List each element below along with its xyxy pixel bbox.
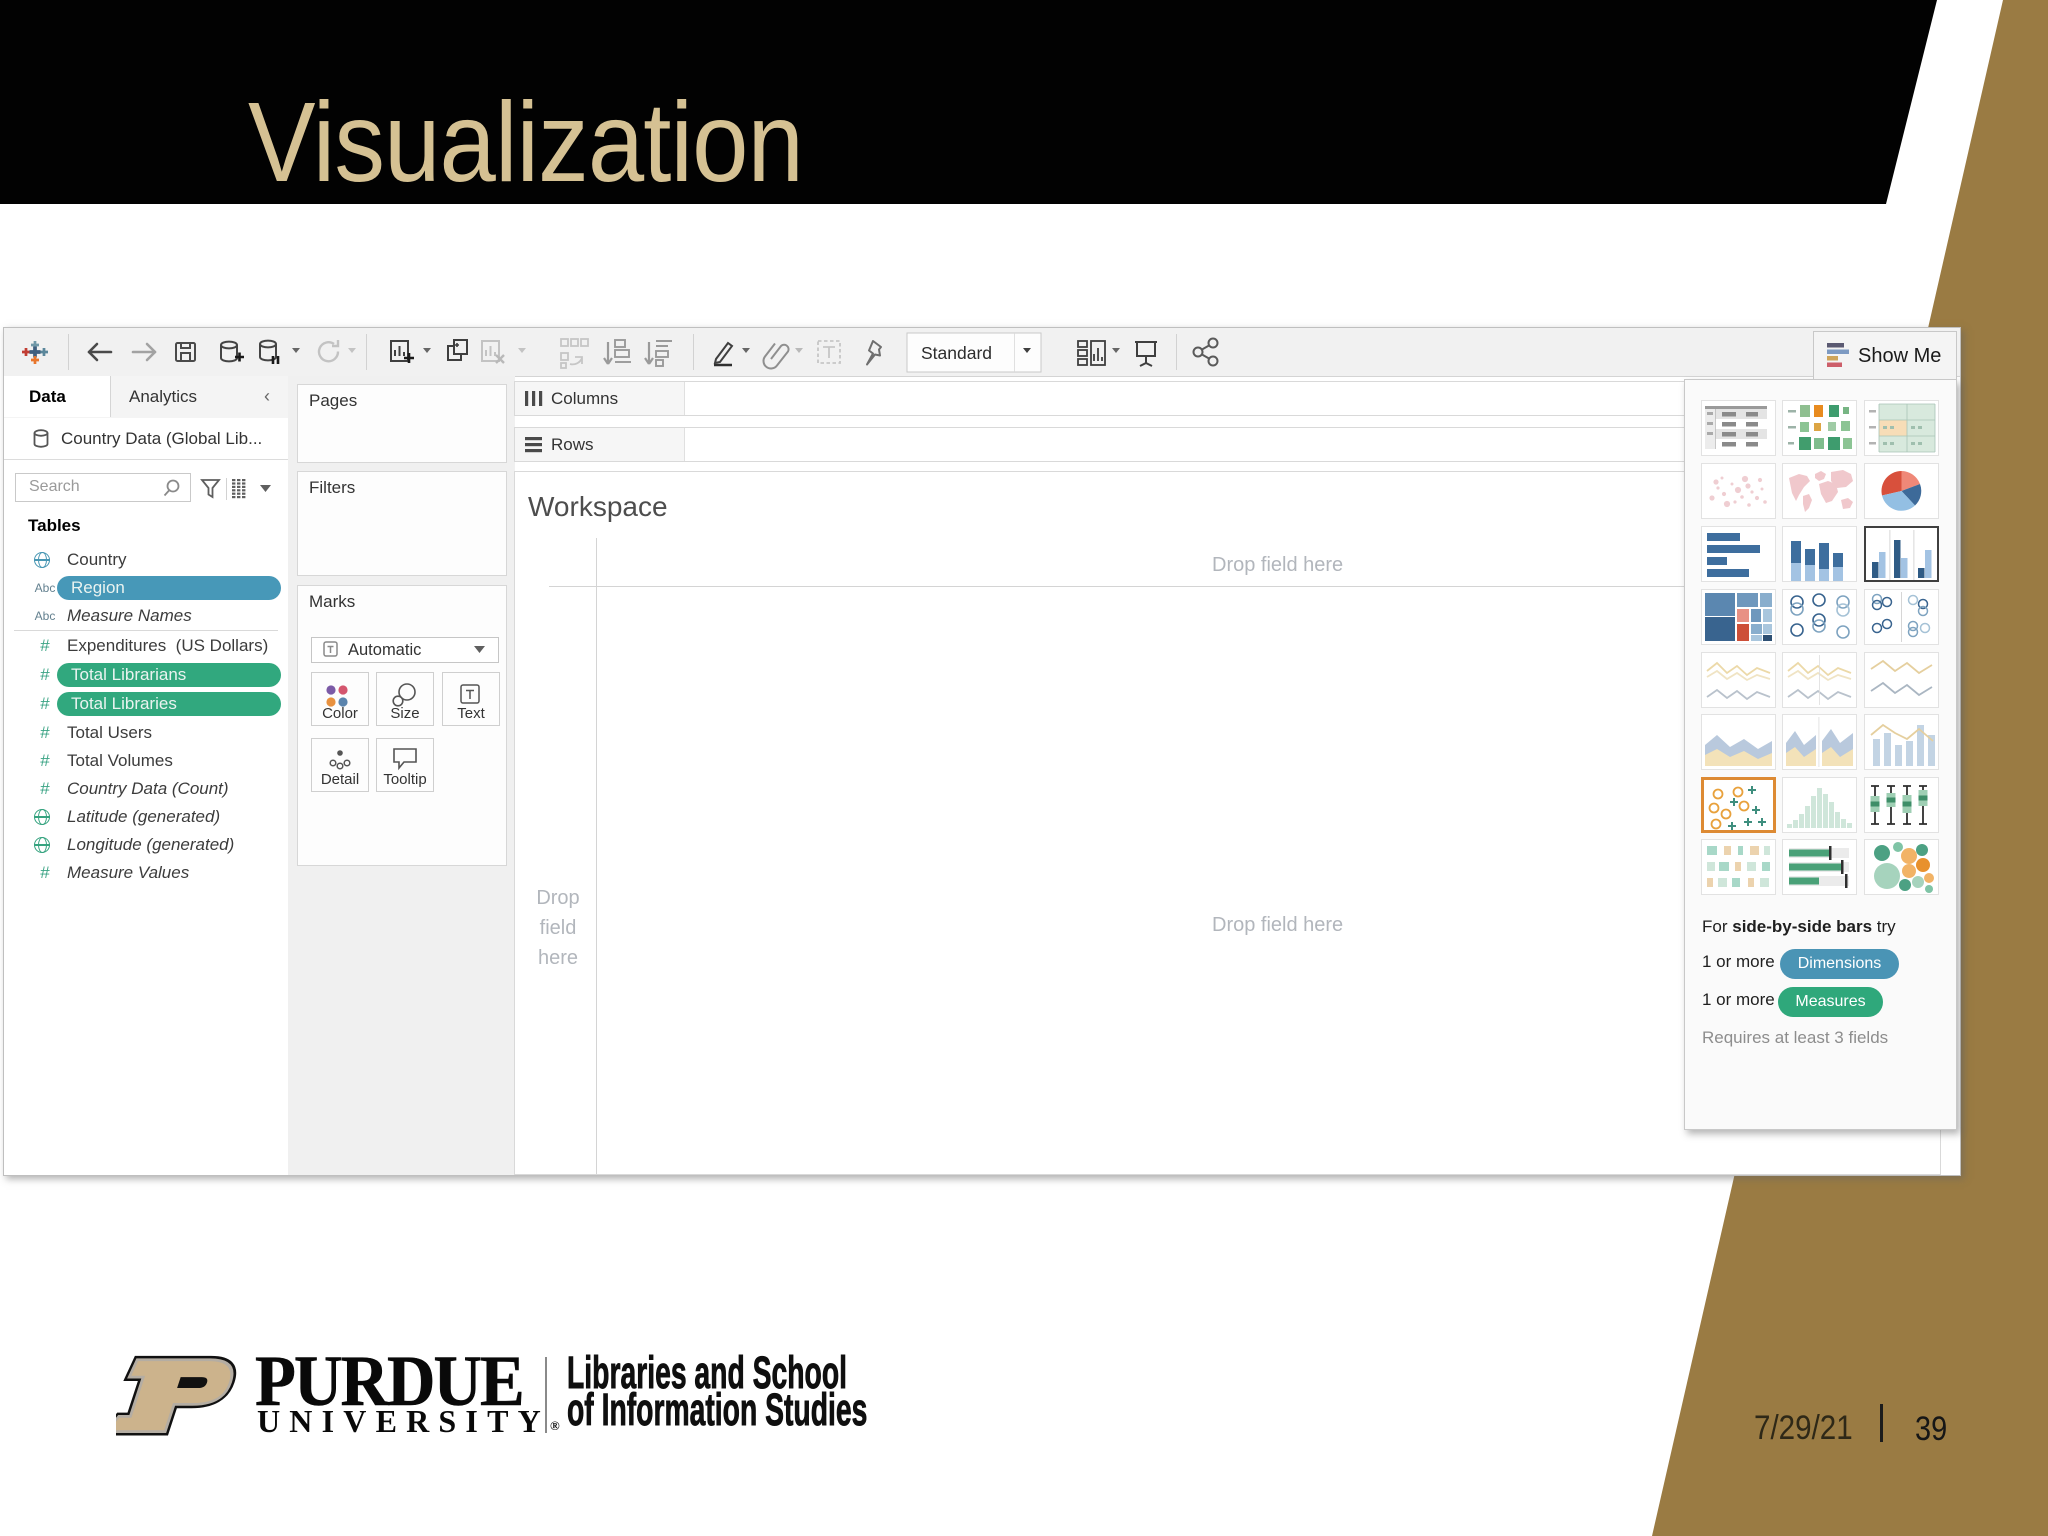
svg-text:Show Me: Show Me: [1858, 345, 1941, 367]
svg-text:Standard: Standard: [921, 343, 992, 363]
svg-text:Automatic: Automatic: [348, 641, 421, 659]
